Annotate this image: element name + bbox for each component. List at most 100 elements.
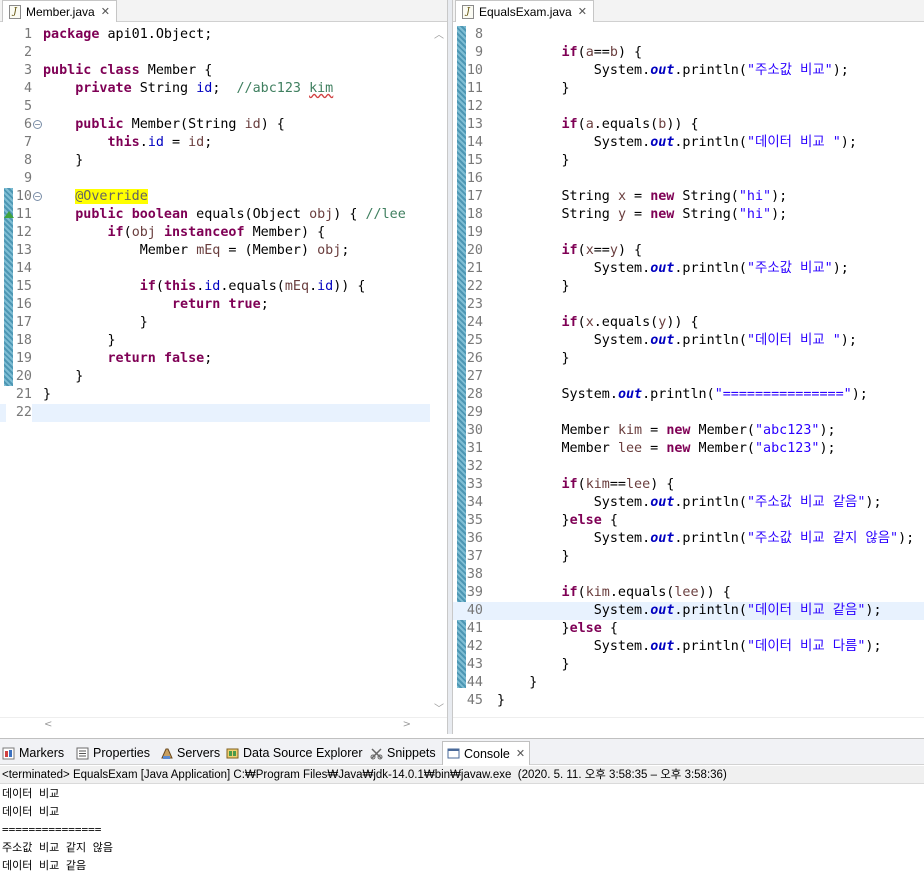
code-line[interactable]: 11 }	[453, 80, 924, 98]
code-text: System.out.println("주소값 비교");	[497, 63, 849, 78]
code-line[interactable]: 45}	[453, 692, 924, 710]
code-line[interactable]: 20 if(x==y) {	[453, 242, 924, 260]
code-line[interactable]: 8 }	[0, 152, 447, 170]
line-number: 23	[466, 297, 483, 312]
code-line[interactable]: 9 if(a==b) {	[453, 44, 924, 62]
code-line[interactable]: 42 System.out.println("데이터 비교 다름");	[453, 638, 924, 656]
code-line[interactable]: 26 }	[453, 350, 924, 368]
line-number: 11	[466, 81, 483, 96]
close-icon[interactable]: ✕	[101, 5, 110, 18]
code-line[interactable]: 25 System.out.println("데이터 비교 ");	[453, 332, 924, 350]
code-line[interactable]: 36 System.out.println("주소값 비교 같지 않음");	[453, 530, 924, 548]
code-line[interactable]: 30 Member kim = new Member("abc123");	[453, 422, 924, 440]
code-line[interactable]: 28 System.out.println("===============")…	[453, 386, 924, 404]
code-line[interactable]: 16	[453, 170, 924, 188]
code-line[interactable]: 19 return false;	[0, 350, 447, 368]
horizontal-scrollbar[interactable]: < >	[0, 717, 447, 734]
tab-console[interactable]: Console ✕	[442, 741, 531, 765]
scroll-up-icon[interactable]: ︿	[434, 26, 444, 41]
code-line[interactable]: 29	[453, 404, 924, 422]
code-line[interactable]: 2	[0, 44, 447, 62]
line-number: 42	[466, 639, 483, 654]
tab-servers[interactable]: Servers	[160, 742, 220, 764]
code-line[interactable]: 27	[453, 368, 924, 386]
code-line[interactable]: 21}	[0, 386, 447, 404]
code-line[interactable]: 44 }	[453, 674, 924, 692]
close-icon[interactable]: ✕	[516, 747, 525, 760]
tab-equalsexam-java[interactable]: J EqualsExam.java ✕	[455, 0, 594, 22]
code-line[interactable]: 4 private String id; //abc123 kim	[0, 80, 447, 98]
tab-markers[interactable]: Markers	[2, 742, 64, 764]
vertical-scrollbar[interactable]: ︿ ﹀	[430, 22, 447, 717]
member-java-editor[interactable]: J Member.java ✕ 1 package api01.Object; 2 3…	[0, 0, 448, 734]
code-line[interactable]: 23	[453, 296, 924, 314]
code-line[interactable]: 18 }	[0, 332, 447, 350]
scroll-down-icon[interactable]: ﹀	[434, 700, 444, 715]
tab-snippets[interactable]: Snippets	[370, 742, 436, 764]
tab-data-source-explorer[interactable]: Data Source Explorer	[226, 742, 363, 764]
code-line[interactable]: 32	[453, 458, 924, 476]
code-line[interactable]: 17 String x = new String("hi");	[453, 188, 924, 206]
code-area[interactable]: 89 if(a==b) {10 System.out.println("주소값 …	[453, 26, 924, 734]
code-line[interactable]: 22	[0, 404, 447, 422]
code-line[interactable]: 14	[0, 260, 447, 278]
code-line[interactable]: 38	[453, 566, 924, 584]
code-line[interactable]: 20 }	[0, 368, 447, 386]
tab-properties[interactable]: Properties	[76, 742, 150, 764]
code-line[interactable]: 18 String y = new String("hi");	[453, 206, 924, 224]
code-line[interactable]: 24 if(x.equals(y)) {	[453, 314, 924, 332]
line-number: 5	[23, 99, 32, 114]
code-text: System.out.println("데이터 비교 다름");	[497, 639, 882, 654]
code-line[interactable]: 37 }	[453, 548, 924, 566]
code-line[interactable]: 41 }else {	[453, 620, 924, 638]
code-line[interactable]: 15 if(this.id.equals(mEq.id)) {	[0, 278, 447, 296]
code-line[interactable]: 11 public boolean equals(Object obj) { /…	[0, 206, 447, 224]
line-number: 35	[466, 513, 483, 528]
code-line[interactable]: 33 if(kim==lee) {	[453, 476, 924, 494]
console-status-line: <terminated> EqualsExam [Java Applicatio…	[0, 766, 924, 784]
code-line[interactable]: 22 }	[453, 278, 924, 296]
code-line[interactable]: 43 }	[453, 656, 924, 674]
code-line[interactable]: 12	[453, 98, 924, 116]
line-number: 22	[6, 404, 32, 422]
code-line[interactable]: 39 if(kim.equals(lee)) {	[453, 584, 924, 602]
code-line[interactable]: 16 return true;	[0, 296, 447, 314]
equalsexam-java-editor[interactable]: J EqualsExam.java ✕ 89 if(a==b) {10 Syst…	[452, 0, 924, 734]
code-line[interactable]: 10 System.out.println("주소값 비교");	[453, 62, 924, 80]
code-line[interactable]: 12 if(obj instanceof Member) {	[0, 224, 447, 242]
code-line[interactable]: 15 }	[453, 152, 924, 170]
code-line[interactable]: 3 public class Member {	[0, 62, 447, 80]
horizontal-scrollbar[interactable]	[453, 717, 924, 734]
collapse-fold-icon[interactable]: −	[33, 120, 42, 129]
code-text: private String id; //abc123 kim	[75, 81, 334, 96]
code-line[interactable]: 8	[453, 26, 924, 44]
code-text: if(kim.equals(lee)) {	[561, 585, 731, 600]
line-number: 36	[466, 531, 483, 546]
code-line[interactable]: 19	[453, 224, 924, 242]
tab-member-java[interactable]: J Member.java ✕	[2, 0, 117, 22]
code-line[interactable]: 40 System.out.println("데이터 비교 같음");	[453, 602, 924, 620]
code-line[interactable]: 17 }	[0, 314, 447, 332]
tab-label: Console	[464, 746, 510, 761]
code-text: }	[43, 333, 116, 348]
code-line[interactable]: 35 }else {	[453, 512, 924, 530]
scroll-right-icon[interactable]: >	[403, 719, 411, 730]
code-line[interactable]: 13 if(a.equals(b)) {	[453, 116, 924, 134]
code-line[interactable]: 1 package api01.Object;	[0, 26, 447, 44]
tab-label: Snippets	[387, 746, 436, 760]
code-line[interactable]: 14 System.out.println("데이터 비교 ");	[453, 134, 924, 152]
code-line[interactable]: 10 @Override −	[0, 188, 447, 206]
code-line[interactable]: 21 System.out.println("주소값 비교");	[453, 260, 924, 278]
code-text: }	[497, 351, 570, 366]
code-line[interactable]: 13 Member mEq = (Member) obj;	[0, 242, 447, 260]
scroll-left-icon[interactable]: <	[44, 719, 52, 730]
code-line[interactable]: 31 Member lee = new Member("abc123");	[453, 440, 924, 458]
code-line[interactable]: 9	[0, 170, 447, 188]
collapse-fold-icon[interactable]: −	[33, 192, 42, 201]
code-line[interactable]: 6 public Member(String id) {−	[0, 116, 447, 134]
code-line[interactable]: 34 System.out.println("주소값 비교 같음");	[453, 494, 924, 512]
close-icon[interactable]: ✕	[578, 5, 587, 18]
code-line[interactable]: 5	[0, 98, 447, 116]
code-area[interactable]: 1 package api01.Object; 2 3 public class Mem…	[0, 26, 447, 734]
code-line[interactable]: 7 this.id = id;	[0, 134, 447, 152]
